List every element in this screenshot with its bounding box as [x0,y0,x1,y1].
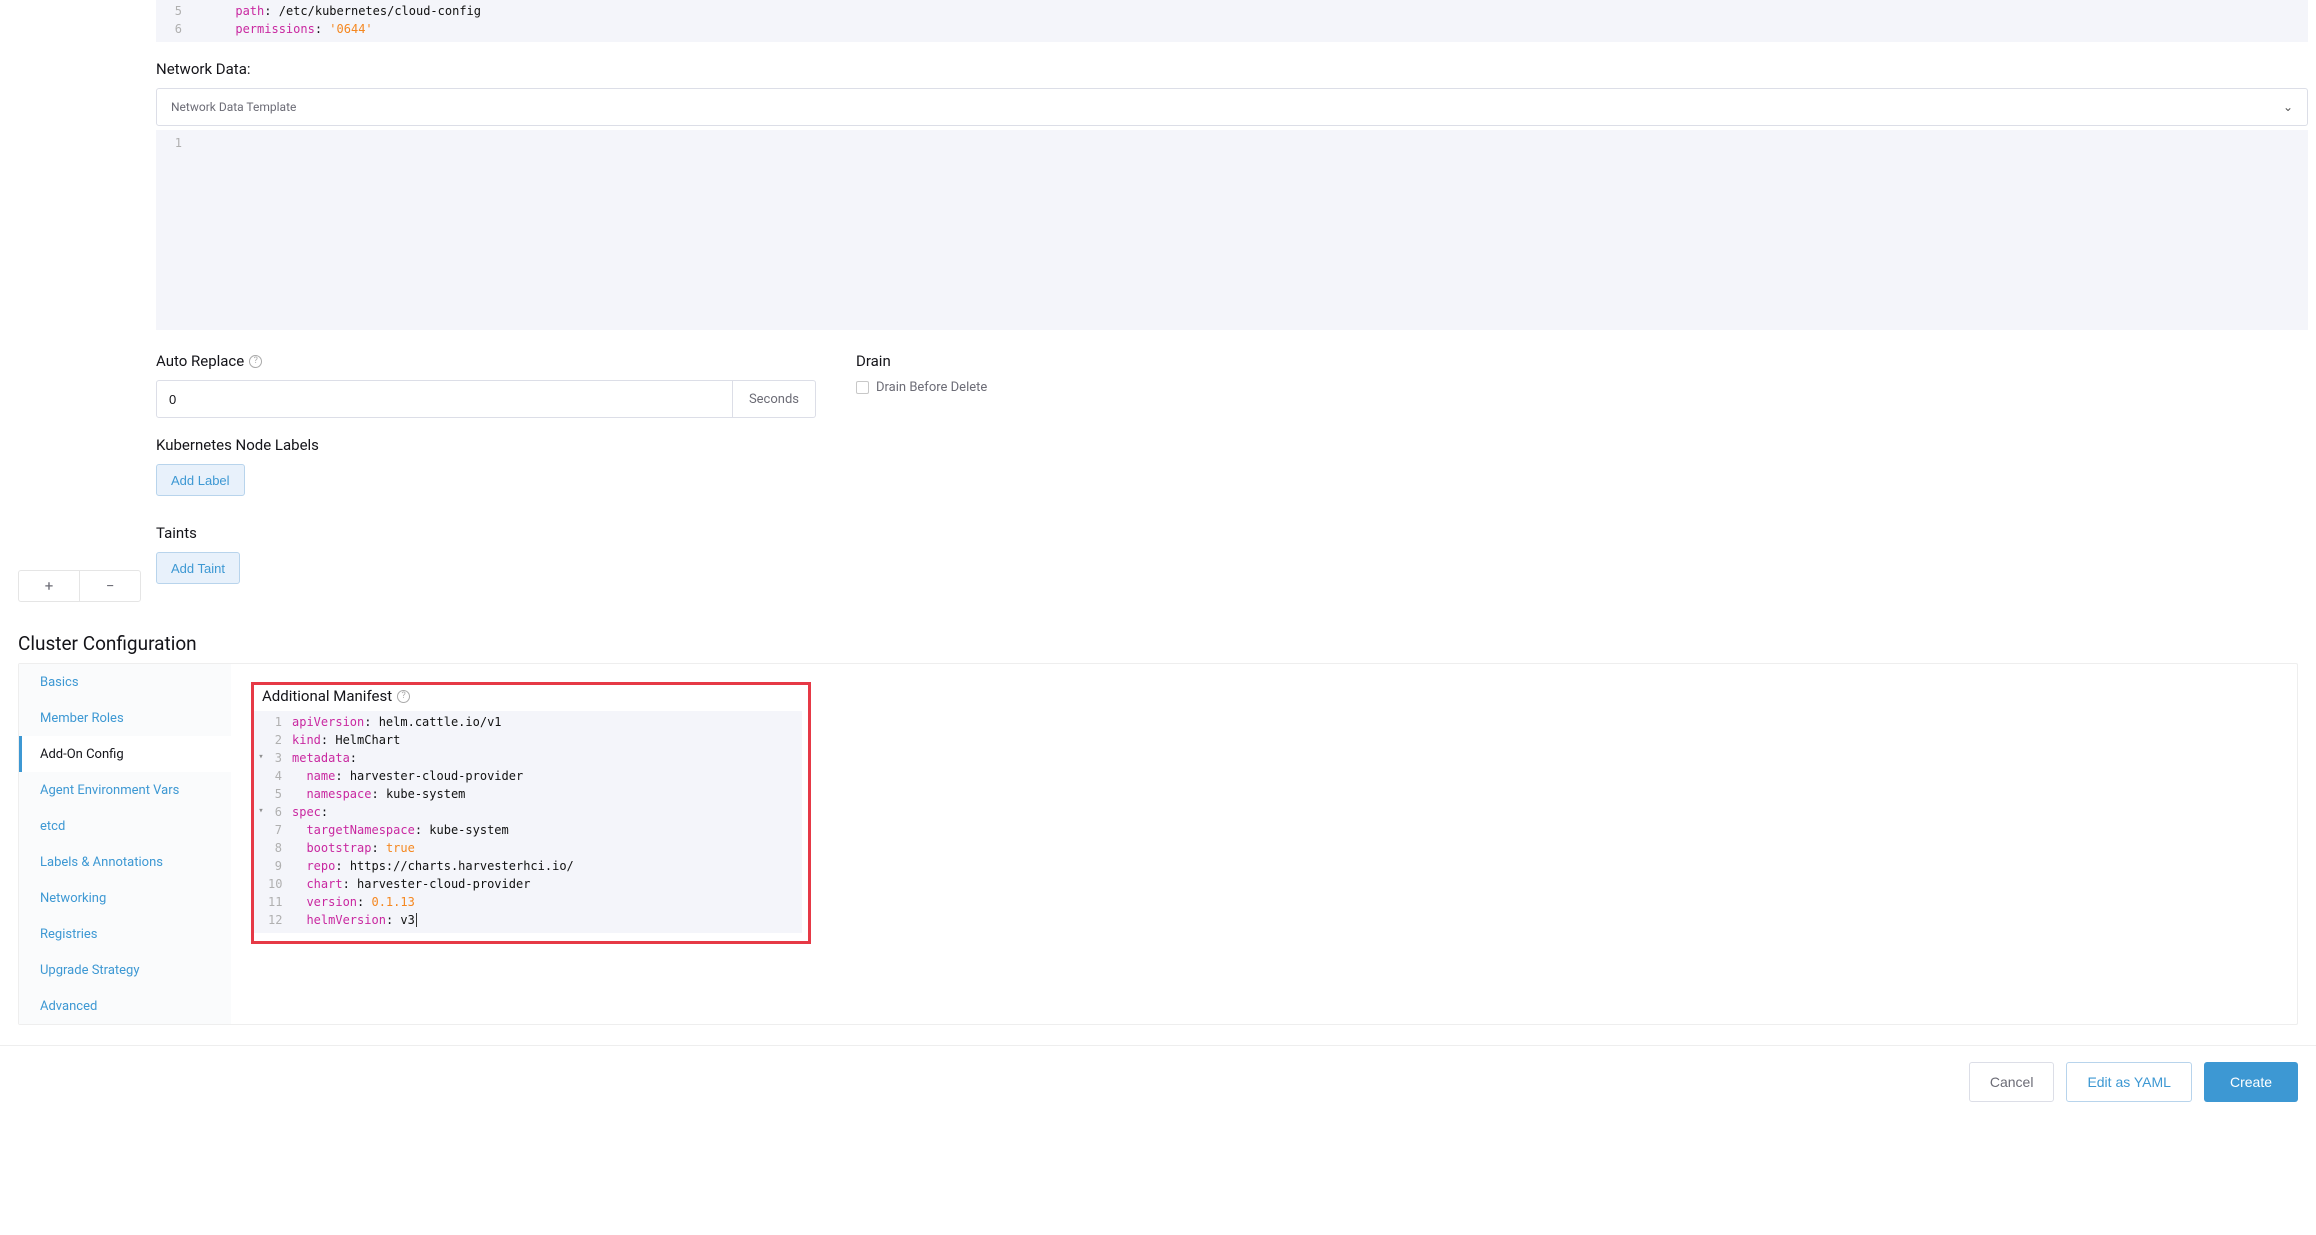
auto-replace-unit: Seconds [733,380,816,418]
line-number: 3 [268,749,292,767]
tab-agent-environment-vars[interactable]: Agent Environment Vars [19,772,231,808]
line-number: 4 [268,767,292,785]
pool-add-remove: + − [18,570,141,602]
code-text: spec: [292,803,328,821]
add-taint-button[interactable]: Add Taint [156,552,240,584]
cluster-config-tabs: BasicsMember RolesAdd-On ConfigAgent Env… [19,664,231,1024]
additional-manifest-label: Additional Manifest [262,687,392,705]
fold-icon [254,839,268,857]
edit-as-yaml-button[interactable]: Edit as YAML [2066,1062,2192,1102]
code-text: path: /etc/kubernetes/cloud-config [192,2,481,20]
network-data-label: Network Data: [156,60,2308,78]
tab-labels-annotations[interactable]: Labels & Annotations [19,844,231,880]
fold-icon[interactable]: ▾ [254,803,268,821]
fold-icon [254,857,268,875]
add-pool-button[interactable]: + [19,571,79,601]
tab-upgrade-strategy[interactable]: Upgrade Strategy [19,952,231,988]
line-number: 10 [268,875,292,893]
user-data-editor[interactable]: 5 path: /etc/kubernetes/cloud-config6 pe… [156,0,2308,42]
fold-icon [254,893,268,911]
tab-advanced[interactable]: Advanced [19,988,231,1024]
tab-basics[interactable]: Basics [19,664,231,700]
create-button[interactable]: Create [2204,1062,2298,1102]
code-text: apiVersion: helm.cattle.io/v1 [292,713,502,731]
line-number: 8 [268,839,292,857]
line-number: 2 [268,731,292,749]
fold-icon [254,821,268,839]
tab-etcd[interactable]: etcd [19,808,231,844]
fold-icon[interactable]: ▾ [254,749,268,767]
tab-networking[interactable]: Networking [19,880,231,916]
info-icon[interactable]: ? [397,690,410,703]
line-number: 1 [156,134,192,152]
drain-checkbox-label: Drain Before Delete [876,380,987,395]
cancel-button[interactable]: Cancel [1969,1062,2055,1102]
addon-config-panel: Additional Manifest ? 1apiVersion: helm.… [231,664,2297,1024]
pool-rail: + − [0,0,142,602]
code-text: permissions: '0644' [192,20,373,38]
additional-manifest-editor[interactable]: 1apiVersion: helm.cattle.io/v12kind: Hel… [254,711,802,933]
code-text: repo: https://charts.harvesterhci.io/ [292,857,574,875]
tab-member-roles[interactable]: Member Roles [19,700,231,736]
cluster-config-heading: Cluster Configuration [18,632,2298,655]
info-icon[interactable]: ? [249,355,262,368]
network-data-editor[interactable]: 1 [156,130,2308,330]
drain-label: Drain [856,352,2308,370]
line-number: 11 [268,893,292,911]
fold-icon [254,731,268,749]
tab-add-on-config[interactable]: Add-On Config [19,736,231,772]
auto-replace-input[interactable] [156,380,733,418]
remove-pool-button[interactable]: − [79,571,140,601]
fold-icon [254,911,268,929]
code-text: name: harvester-cloud-provider [292,767,523,785]
line-number: 9 [268,857,292,875]
code-text: targetNamespace: kube-system [292,821,509,839]
tab-registries[interactable]: Registries [19,916,231,952]
node-labels-label: Kubernetes Node Labels [156,436,2308,454]
add-label-button[interactable]: Add Label [156,464,245,496]
drain-before-delete-checkbox[interactable] [856,381,869,394]
code-text: metadata: [292,749,357,767]
code-text: version: 0.1.13 [292,893,415,911]
network-data-template-select[interactable]: Network Data Template ⌄ [156,88,2308,126]
code-text: chart: harvester-cloud-provider [292,875,530,893]
code-text: namespace: kube-system [292,785,465,803]
line-number: 12 [268,911,292,929]
network-data-template-value: Network Data Template [171,100,296,114]
line-number: 5 [268,785,292,803]
auto-replace-label: Auto Replace ? [156,352,816,370]
chevron-down-icon: ⌄ [2283,100,2293,114]
line-number: 7 [268,821,292,839]
line-number: 1 [268,713,292,731]
additional-manifest-highlight: Additional Manifest ? 1apiVersion: helm.… [251,682,811,944]
line-number: 5 [156,2,192,20]
fold-icon [254,767,268,785]
fold-icon [254,785,268,803]
code-text: helmVersion: v3 [292,911,417,929]
fold-icon [254,713,268,731]
taints-label: Taints [156,524,2308,542]
line-number: 6 [156,20,192,38]
line-number: 6 [268,803,292,821]
fold-icon [254,875,268,893]
code-text: kind: HelmChart [292,731,400,749]
code-text: bootstrap: true [292,839,415,857]
